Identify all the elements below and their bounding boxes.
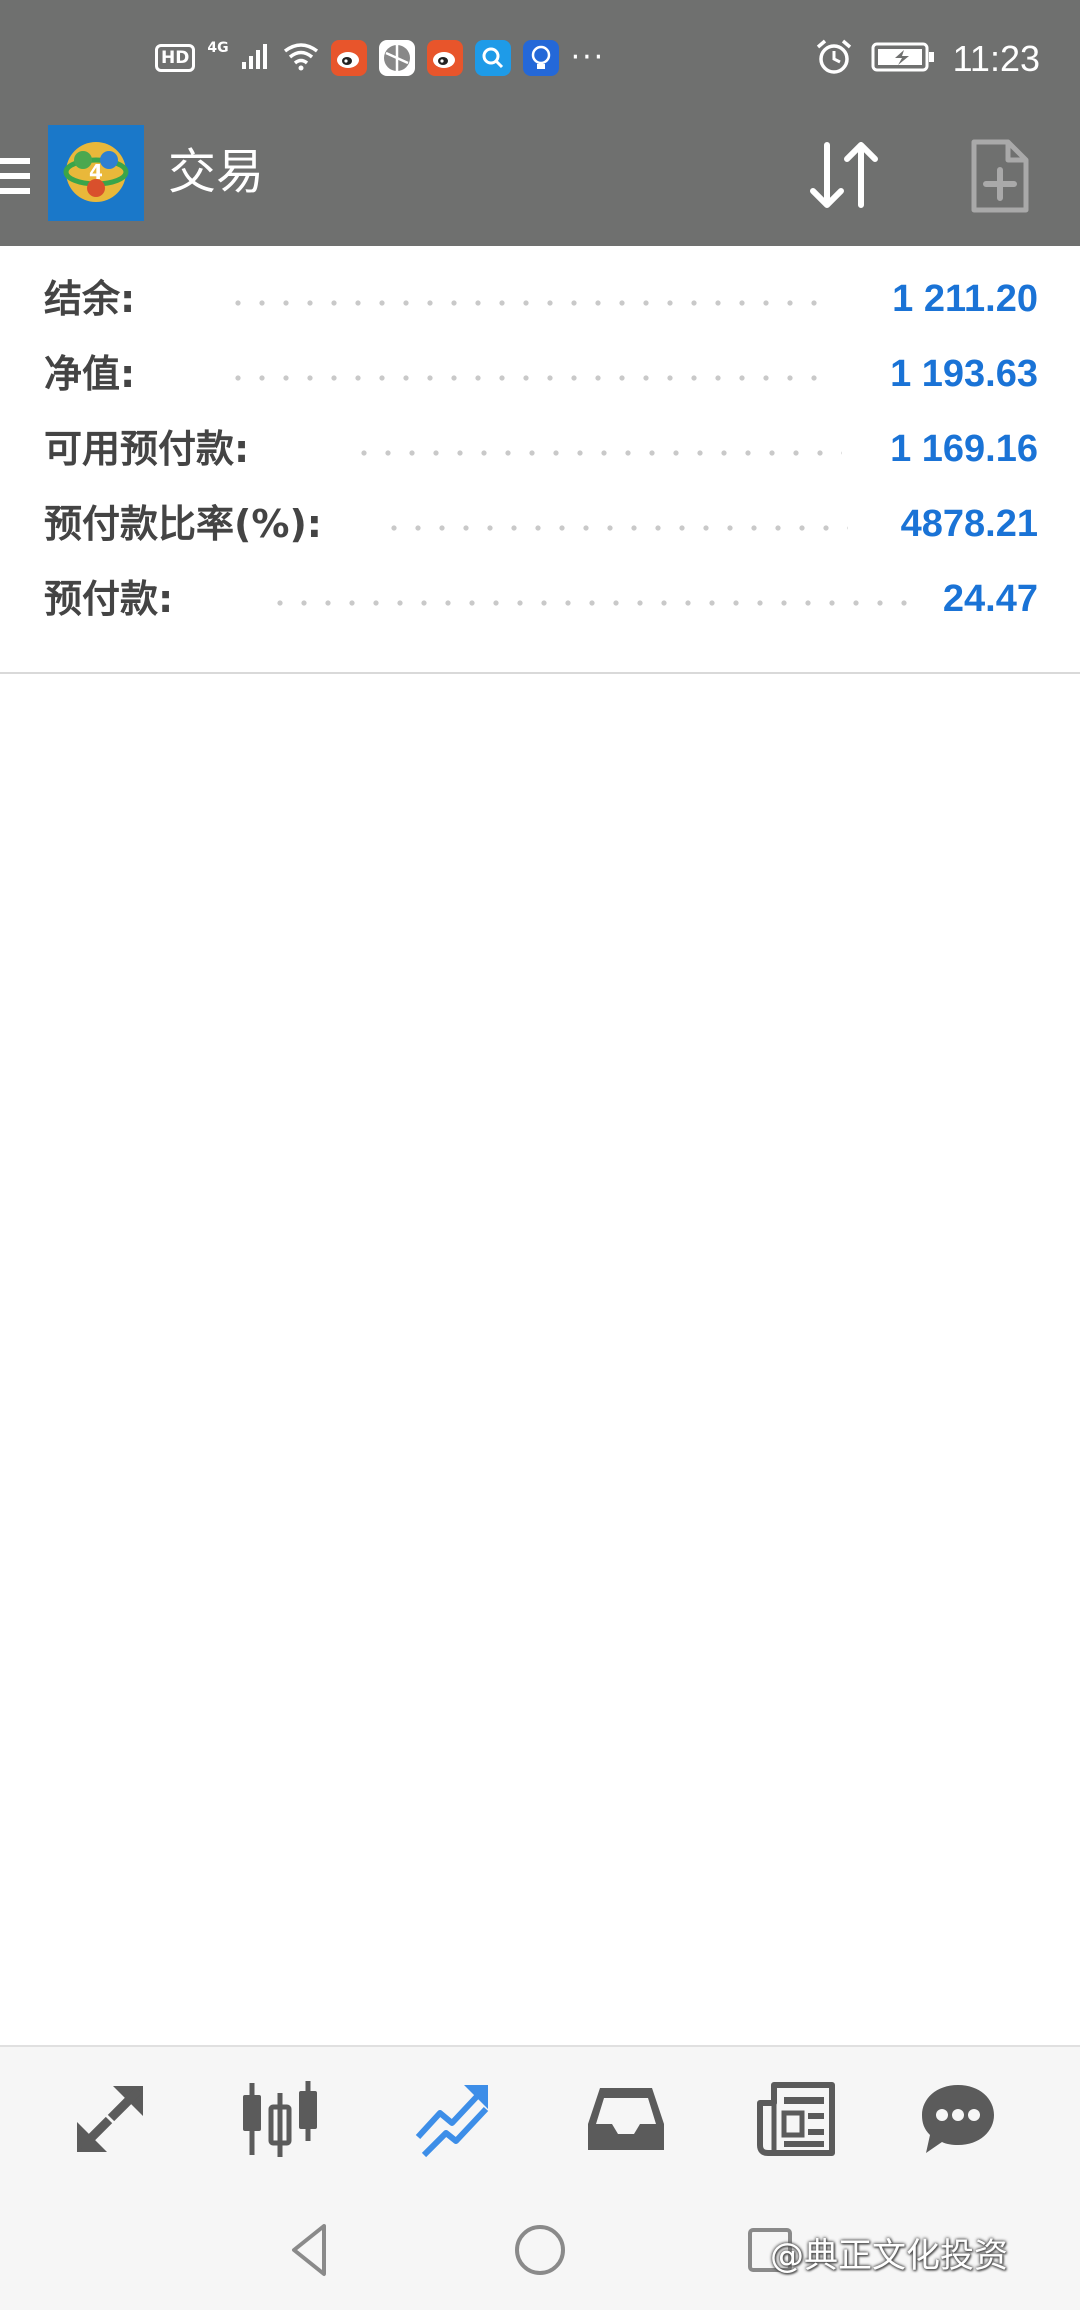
app-bar: 4 交易 [0,120,1080,246]
home-icon[interactable] [510,2220,570,2280]
margin-value: 24.47 [942,578,1038,620]
bottom-nav [0,2045,1080,2190]
trade-icon[interactable] [412,2079,492,2159]
sort-button[interactable] [805,135,885,215]
balance-label: 结余: [44,277,136,321]
clock: 11:23 [952,38,1040,79]
browser-icon [378,40,415,76]
menu-icon[interactable] [0,158,30,206]
more-notifications: ··· [570,40,606,75]
balance-row: 结余: 1 211.20 [0,262,1080,337]
leader-dots [268,599,908,607]
messages-icon[interactable] [918,2079,998,2159]
leader-dots [226,374,834,382]
chart-icon[interactable] [240,2079,320,2159]
equity-label: 净值: [44,352,136,396]
bulb-icon [522,40,559,76]
status-right: 11:23 [815,38,1040,80]
free-margin-label: 可用预付款: [44,427,250,471]
logo-label: 4 [89,160,103,184]
news-icon[interactable] [756,2079,836,2159]
margin-row: 预付款: 24.47 [0,562,1080,637]
margin-level-row: 预付款比率(%): 4878.21 [0,487,1080,562]
screen: HD 4G ··· 11:23 4 交易 结余: 1 211.20 净值: 1 … [0,0,1080,2310]
leader-dots [352,449,842,457]
account-summary: 结余: 1 211.20 净值: 1 193.63 可用预付款: 1 169.1… [0,246,1080,674]
margin-level-value: 4878.21 [900,503,1038,545]
weibo-icon [330,40,367,76]
signal-icon [241,42,271,74]
back-icon[interactable] [280,2220,340,2280]
wifi-icon [283,41,319,75]
system-nav-bar: @典正文化投资 [0,2190,1080,2310]
equity-value: 1 193.63 [890,353,1038,395]
battery-icon [871,41,935,77]
watermark-text: @典正文化投资 [770,2236,1008,2276]
search-icon [474,40,511,76]
free-margin-value: 1 169.16 [890,428,1038,470]
status-left: HD 4G ··· [155,40,605,76]
hd-badge: HD [155,44,196,72]
new-order-button[interactable] [970,138,1030,214]
free-margin-row: 可用预付款: 1 169.16 [0,412,1080,487]
network-type: 4G [207,40,229,56]
balance-value: 1 211.20 [892,278,1038,320]
margin-level-label: 预付款比率(%): [44,502,323,546]
alarm-icon [815,38,853,80]
quotes-icon[interactable] [70,2079,150,2159]
status-bar: HD 4G ··· 11:23 [0,0,1080,120]
leader-dots [226,299,834,307]
weibo-icon-2 [426,40,463,76]
margin-label: 预付款: [44,577,174,621]
equity-row: 净值: 1 193.63 [0,337,1080,412]
leader-dots [382,524,848,532]
page-title: 交易 [168,144,265,200]
app-logo: 4 [48,125,144,221]
history-icon[interactable] [586,2079,666,2159]
